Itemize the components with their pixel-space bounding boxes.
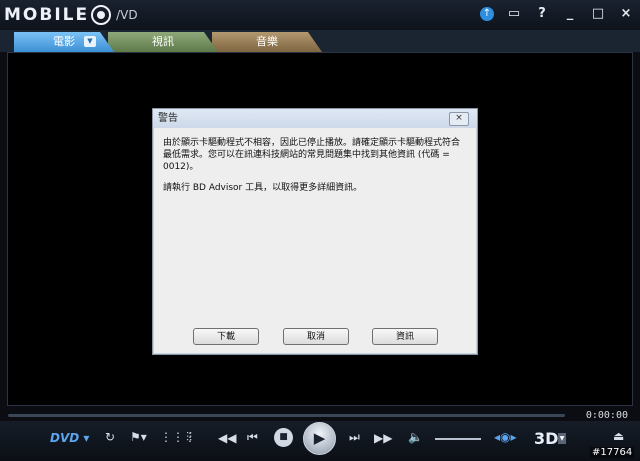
tab-music[interactable]: 音樂: [212, 32, 322, 52]
volume-icon[interactable]: 🔈: [408, 430, 423, 444]
minimize-button[interactable]: _: [562, 6, 578, 21]
maximize-button[interactable]: □: [590, 6, 606, 21]
cancel-button[interactable]: 取消: [283, 328, 349, 345]
settings-sliders-icon[interactable]: ⫶⫶: [186, 430, 192, 445]
app-logo: MOBILE /VD: [4, 3, 138, 27]
viewpoint-icon[interactable]: ◂◉▸: [494, 430, 517, 444]
fast-forward-icon[interactable]: ▶▶: [374, 431, 392, 445]
tv-mode-icon[interactable]: ▭: [506, 6, 522, 21]
tab-movie[interactable]: 電影 ▼: [14, 32, 114, 52]
window-controls: ↑ ▭ ? _ □ ×: [480, 6, 634, 21]
chevron-down-icon[interactable]: ▼: [84, 36, 96, 47]
logo-suffix: /VD: [116, 8, 138, 22]
eject-icon[interactable]: ⏏: [613, 429, 624, 443]
dialog-advisor-message: 請執行 BD Advisor 工具，以取得更多詳細資訊。: [163, 183, 363, 193]
dialog-message: 由於顯示卡驅動程式不相容，因此已停止播放。請確定顯示卡驅動程式符合最低需求。您可…: [163, 138, 461, 172]
help-button[interactable]: ?: [534, 6, 550, 21]
seek-bar[interactable]: [8, 414, 565, 417]
3d-button[interactable]: 3D: [534, 429, 558, 448]
media-tab-bar: 音樂 視訊 電影 ▼: [0, 30, 640, 52]
update-icon[interactable]: ↑: [480, 6, 494, 21]
download-button[interactable]: 下載: [193, 328, 259, 345]
title-bar: MOBILE /VD ↑ ▭ ? _ □ ×: [0, 0, 640, 30]
dialog-title: 警告: [158, 113, 178, 124]
logo-eye-icon: [91, 5, 112, 25]
bookmark-icon[interactable]: ⚑▾: [130, 430, 147, 444]
previous-icon[interactable]: ⏮: [247, 430, 258, 445]
play-button[interactable]: ▶: [303, 422, 336, 455]
logo-text: MOBILE: [4, 5, 90, 25]
dialog-close-button[interactable]: ×: [449, 112, 469, 126]
tab-video[interactable]: 視訊: [108, 32, 218, 52]
info-button[interactable]: 資訊: [372, 328, 438, 345]
source-selector[interactable]: DVD ▾: [50, 431, 89, 445]
tab-movie-label: 電影: [53, 35, 75, 48]
close-button[interactable]: ×: [618, 6, 634, 21]
volume-slider[interactable]: [435, 438, 481, 440]
next-icon[interactable]: ⏭: [349, 430, 360, 445]
stop-button[interactable]: ■: [274, 428, 293, 447]
warning-dialog: 警告 × 由於顯示卡驅動程式不相容，因此已停止播放。請確定顯示卡驅動程式符合最低…: [152, 108, 478, 355]
dialog-title-bar: 警告 ×: [153, 109, 477, 128]
rewind-icon[interactable]: ◀◀: [218, 431, 236, 445]
3d-dropdown-icon[interactable]: ▼: [558, 433, 566, 444]
repeat-icon[interactable]: ↻: [105, 430, 115, 444]
time-display: 0:00:00: [585, 410, 628, 421]
watermark: #17764: [590, 447, 635, 458]
